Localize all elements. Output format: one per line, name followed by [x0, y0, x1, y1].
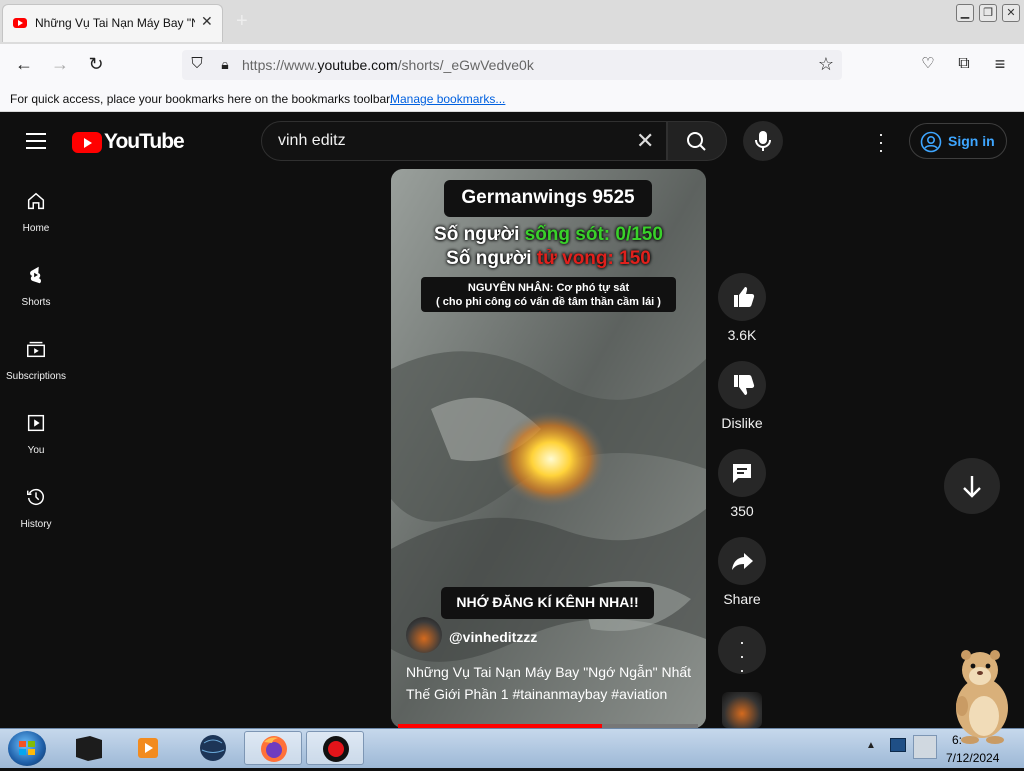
- taskbar-item-globe[interactable]: [184, 731, 242, 765]
- sidebar-item-label: Subscriptions: [5, 371, 67, 382]
- minimize-window-button[interactable]: ▁: [956, 4, 974, 22]
- sidebar-item-home[interactable]: Home: [0, 190, 72, 234]
- url-text: https://www.youtube.com/shorts/_eGwVedve…: [242, 57, 534, 73]
- shield-icon[interactable]: ⛉: [184, 51, 210, 77]
- like-button[interactable]: [718, 273, 766, 321]
- search-button[interactable]: [667, 121, 727, 161]
- subscriptions-icon: [27, 341, 45, 358]
- channel-avatar[interactable]: [406, 617, 442, 653]
- search-value: vinh editz: [278, 132, 346, 149]
- sign-in-label: Sign in: [948, 133, 995, 149]
- comments-button[interactable]: [718, 449, 766, 497]
- share-icon: [732, 553, 753, 570]
- youtube-logo-icon[interactable]: [72, 132, 102, 153]
- manage-bookmarks-link[interactable]: Manage bookmarks...: [390, 92, 505, 106]
- close-tab-icon[interactable]: ✕: [201, 13, 213, 30]
- sound-thumbnail[interactable]: [722, 692, 762, 728]
- settings-more-icon[interactable]: · · ·: [875, 125, 887, 159]
- tray-expand-icon[interactable]: ▲: [866, 740, 876, 751]
- start-button[interactable]: [8, 731, 46, 766]
- arrow-down-icon: [963, 476, 981, 498]
- extensions-icon[interactable]: ⧉: [951, 51, 977, 77]
- pocket-icon[interactable]: ♡: [915, 51, 941, 77]
- lock-icon[interactable]: 🔒︎: [212, 51, 238, 77]
- back-icon[interactable]: ←: [11, 51, 37, 77]
- sidebar-item-label: History: [20, 519, 52, 530]
- share-label: Share: [723, 591, 761, 607]
- firefox-icon: [261, 736, 287, 762]
- clear-search-icon[interactable]: ✕: [636, 128, 654, 154]
- youtube-logo-text[interactable]: YouTube: [104, 130, 185, 154]
- history-icon: [27, 488, 44, 506]
- thumbs-up-icon: [734, 287, 755, 307]
- dislike-button[interactable]: [718, 361, 766, 409]
- cause-line-1: NGUYÊN NHÂN: Cơ phó tự sát: [467, 282, 630, 294]
- home-icon: [27, 192, 45, 210]
- voice-search-button[interactable]: [743, 121, 783, 161]
- account-icon: [920, 131, 942, 153]
- bookmark-star-icon[interactable]: ☆: [813, 51, 839, 77]
- survivors-line: Số người sống sót: 0/150: [434, 224, 663, 245]
- thumbs-down-icon: [734, 375, 755, 395]
- globe-icon: [200, 735, 226, 761]
- record-icon: [323, 736, 349, 762]
- sidebar-item-subscriptions[interactable]: Subscriptions: [0, 338, 72, 382]
- media-player-icon: [138, 738, 158, 758]
- sidebar-item-label: Home: [22, 223, 50, 234]
- clock-date[interactable]: 7/12/2024: [946, 751, 999, 765]
- cause-line-2: ( cho phi công có vấn đề tâm thần cầm lá…: [436, 296, 661, 308]
- you-icon: [27, 414, 45, 432]
- taskbar-item-recorder[interactable]: [306, 731, 364, 765]
- dislike-label: Dislike: [721, 415, 763, 431]
- channel-name[interactable]: @vinheditzzz: [449, 629, 537, 645]
- hamster-desktop-pet[interactable]: [940, 646, 1020, 746]
- guide-menu-icon[interactable]: [26, 133, 46, 154]
- sidebar-item-label: You: [27, 445, 45, 456]
- youtube-favicon-icon: [13, 18, 27, 28]
- taskbar-item-firefox[interactable]: [244, 731, 302, 765]
- restore-window-button[interactable]: ❐: [979, 4, 997, 22]
- bookmarks-hint: For quick access, place your bookmarks h…: [10, 92, 393, 106]
- sidebar-item-label: Shorts: [21, 297, 51, 308]
- share-button[interactable]: [718, 537, 766, 585]
- overlay-title: Germanwings 9525: [461, 187, 635, 208]
- shorts-icon: [30, 266, 41, 284]
- sidebar-item-history[interactable]: History: [0, 486, 72, 530]
- search-icon: [687, 132, 706, 151]
- video-description: Những Vụ Tai Nạn Máy Bay "Ngớ Ngẫn" Nhất…: [406, 664, 692, 702]
- windows-logo-icon: [19, 741, 35, 755]
- tray-app-icon[interactable]: [913, 735, 937, 759]
- reload-icon[interactable]: ↻: [83, 51, 109, 77]
- taskbar-item-app[interactable]: [60, 731, 118, 765]
- browser-tab[interactable]: Những Vụ Tai Nạn Máy Bay "Ngớ ✕: [2, 4, 223, 42]
- comment-icon: [733, 464, 751, 483]
- microphone-icon: [755, 131, 771, 151]
- app-menu-icon[interactable]: ≡: [987, 51, 1013, 77]
- next-video-button[interactable]: [944, 458, 1000, 514]
- deaths-line: Số người tử vong: 150: [446, 248, 651, 269]
- sidebar-item-you[interactable]: You: [0, 412, 72, 456]
- box-app-icon: [76, 736, 102, 761]
- close-window-button[interactable]: ✕: [1002, 4, 1020, 22]
- new-tab-icon[interactable]: +: [236, 10, 248, 33]
- subscribe-banner-text: NHỚ ĐĂNG KÍ KÊNH NHA!!: [456, 594, 639, 610]
- tray-network-icon[interactable]: [890, 738, 906, 752]
- sidebar-item-shorts[interactable]: Shorts: [0, 264, 72, 308]
- like-count: 3.6K: [727, 327, 757, 343]
- more-actions-button[interactable]: · · ·: [718, 626, 766, 679]
- tab-title: Những Vụ Tai Nạn Máy Bay "Ngớ: [35, 16, 195, 30]
- forward-icon[interactable]: →: [47, 51, 73, 77]
- comment-count: 350: [730, 503, 754, 519]
- taskbar-item-media[interactable]: [120, 731, 178, 765]
